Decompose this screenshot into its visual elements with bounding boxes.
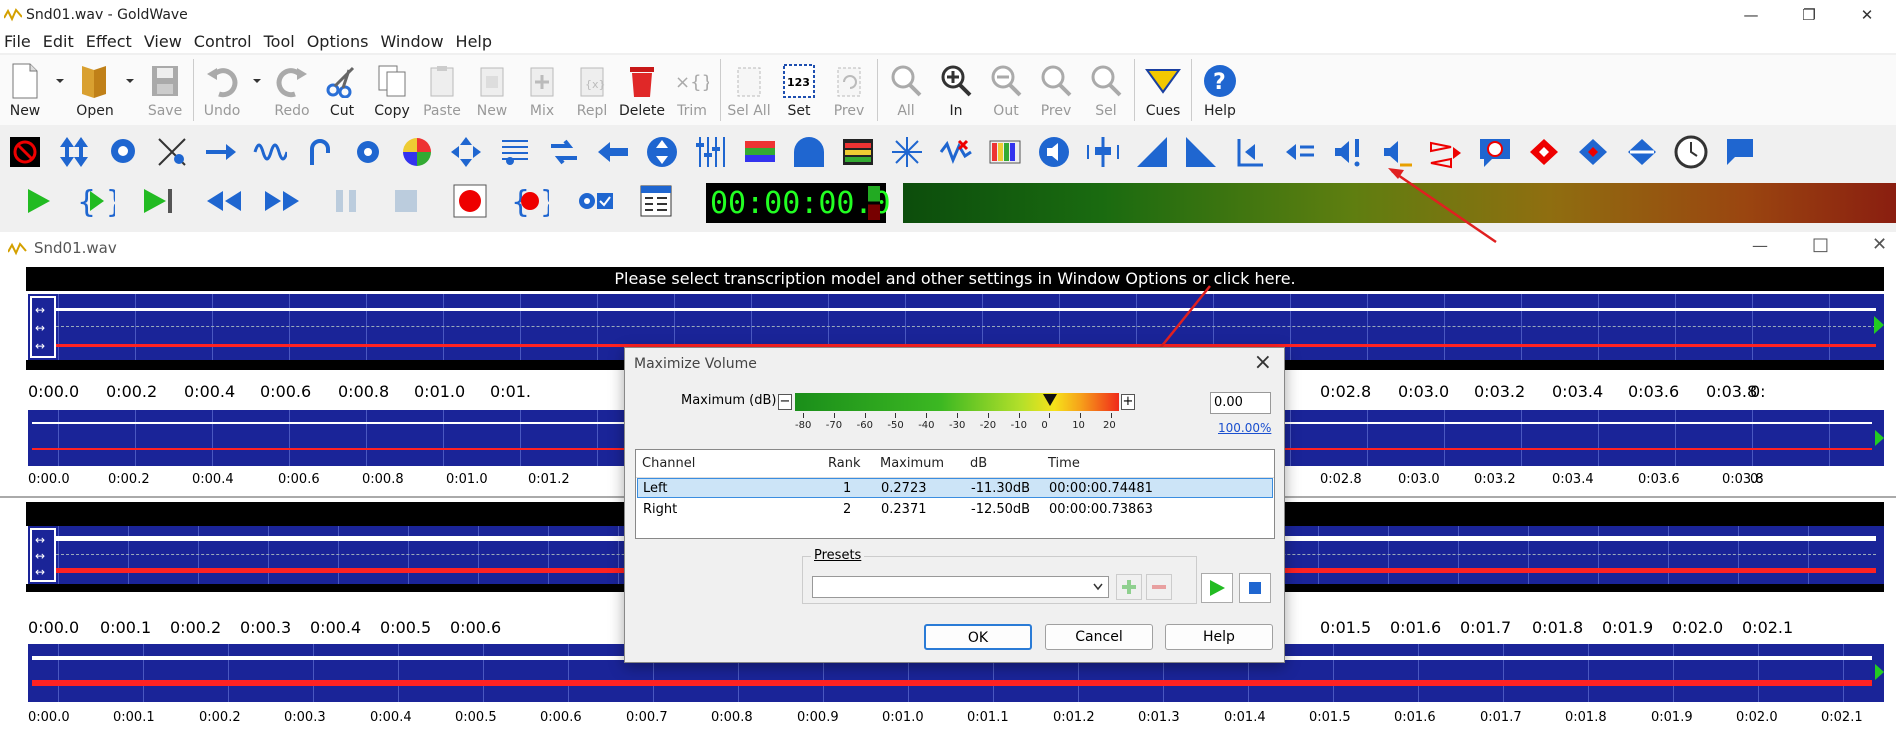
db-scale-tick (926, 413, 928, 418)
cell-channel: Left (643, 481, 668, 496)
cancel-button[interactable]: Cancel (1045, 624, 1153, 650)
cell-channel: Right (643, 502, 678, 517)
stop-icon (1249, 582, 1261, 594)
maximize-volume-dialog: Maximize Volume × Maximum (dB): − + -80-… (624, 347, 1285, 663)
db-scale: -80 -70 -60 -50 -40 -30 -20 -10 0 10 20 (795, 413, 1125, 437)
db-scale-tick (987, 413, 989, 418)
db-scale-label: -80 (795, 420, 812, 431)
db-scale-tick (833, 413, 835, 418)
table-row-left[interactable]: Left 1 0.2723 -11.30dB 00:00:00.74481 (637, 478, 1273, 498)
col-time[interactable]: Time (1048, 450, 1080, 477)
maximum-db-input[interactable]: 0.00 (1210, 392, 1271, 414)
cell-db: -11.30dB (971, 481, 1031, 496)
maximum-db-label: Maximum (dB): (681, 393, 781, 408)
ok-button[interactable]: OK (924, 624, 1032, 650)
slider-thumb[interactable] (1043, 394, 1057, 406)
col-channel[interactable]: Channel (642, 450, 695, 477)
db-scale-label: -60 (856, 420, 873, 431)
cell-rank: 2 (843, 502, 852, 517)
dialog-title: Maximize Volume (634, 356, 757, 372)
db-scale-tick (1049, 413, 1051, 418)
chevron-down-icon (1093, 583, 1103, 591)
cell-time: 00:00:00.74481 (1049, 481, 1153, 496)
table-row-right[interactable]: Right 2 0.2371 -12.50dB 00:00:00.73863 (637, 500, 1273, 520)
preview-play-button[interactable] (1201, 573, 1233, 603)
presets-select[interactable] (812, 576, 1109, 598)
db-scale-label: -30 (949, 420, 966, 431)
increase-button[interactable]: + (1121, 394, 1135, 410)
cell-maximum: 0.2371 (881, 502, 927, 517)
db-scale-tick (895, 413, 897, 418)
cell-maximum: 0.2723 (881, 481, 927, 496)
minus-icon (1152, 585, 1166, 589)
db-scale-tick (957, 413, 958, 418)
cell-rank: 1 (843, 481, 852, 496)
add-preset-button[interactable] (1116, 574, 1142, 600)
db-scale-label: -20 (979, 420, 997, 431)
db-scale-label: 20 (1103, 420, 1116, 431)
maximum-db-slider[interactable] (795, 393, 1119, 411)
db-scale-tick (1018, 413, 1020, 418)
db-scale-tick (864, 413, 866, 418)
db-scale-label: 0 (1041, 420, 1048, 431)
presets-group: Presets (802, 548, 1197, 604)
dialog-help-button[interactable]: Help (1165, 624, 1273, 650)
db-scale-label: -10 (1010, 420, 1027, 431)
cell-time: 00:00:00.73863 (1049, 502, 1153, 517)
db-scale-label: 10 (1072, 420, 1085, 431)
plus-icon (1122, 580, 1136, 594)
presets-label: Presets (811, 548, 865, 563)
cell-db: -12.50dB (971, 502, 1031, 517)
db-scale-label: -70 (825, 420, 843, 431)
db-scale-tick (1111, 413, 1112, 418)
remove-preset-button[interactable] (1146, 574, 1172, 600)
percent-link[interactable]: 100.00% (1218, 421, 1271, 435)
col-maximum[interactable]: Maximum (880, 450, 944, 477)
channel-table: Channel Rank Maximum dB Time Left 1 0.27… (635, 449, 1275, 539)
db-scale-label: -50 (887, 420, 904, 431)
db-scale-tick (803, 413, 804, 418)
arrow-to-maximize-volume (1391, 169, 1497, 244)
preview-stop-button[interactable] (1239, 573, 1271, 603)
play-icon (1210, 580, 1225, 596)
dialog-close-button[interactable]: × (1254, 350, 1272, 375)
db-scale-tick (1080, 413, 1082, 418)
decrease-button[interactable]: − (778, 394, 792, 410)
col-db[interactable]: dB (970, 450, 987, 477)
col-rank[interactable]: Rank (828, 450, 860, 477)
db-scale-label: -40 (918, 420, 935, 431)
